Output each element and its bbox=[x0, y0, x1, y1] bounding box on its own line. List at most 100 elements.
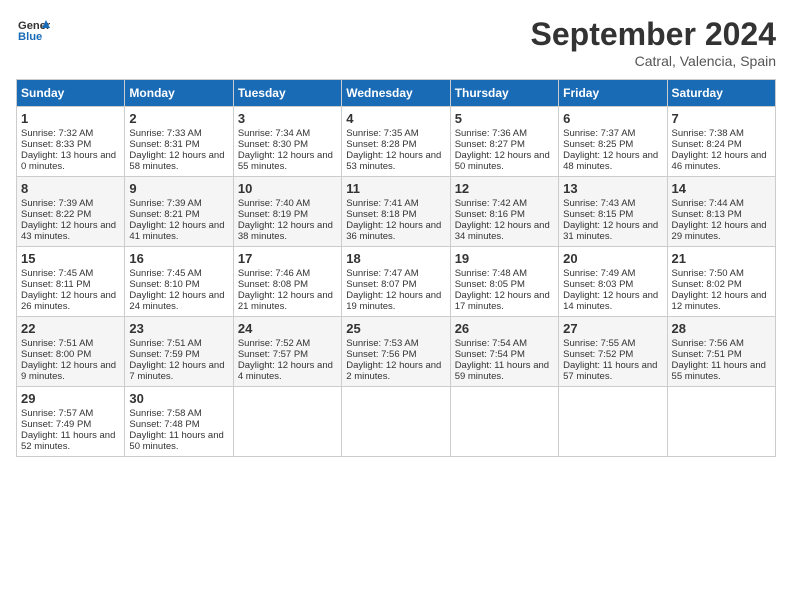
sunset-text: Sunset: 8:33 PM bbox=[21, 139, 120, 150]
day-number: 11 bbox=[346, 181, 445, 196]
day-number: 10 bbox=[238, 181, 337, 196]
sunrise-text: Sunrise: 7:38 AM bbox=[672, 128, 771, 139]
sunrise-text: Sunrise: 7:53 AM bbox=[346, 338, 445, 349]
day-number: 29 bbox=[21, 391, 120, 406]
calendar-cell: 4Sunrise: 7:35 AMSunset: 8:28 PMDaylight… bbox=[342, 107, 450, 177]
day-number: 13 bbox=[563, 181, 662, 196]
calendar-week-row: 1Sunrise: 7:32 AMSunset: 8:33 PMDaylight… bbox=[17, 107, 776, 177]
daylight-text: Daylight: 13 hours and 0 minutes. bbox=[21, 150, 120, 172]
sunrise-text: Sunrise: 7:42 AM bbox=[455, 198, 554, 209]
day-number: 12 bbox=[455, 181, 554, 196]
sunset-text: Sunset: 7:48 PM bbox=[129, 419, 228, 430]
location: Catral, Valencia, Spain bbox=[531, 53, 776, 69]
sunset-text: Sunset: 8:05 PM bbox=[455, 279, 554, 290]
day-number: 2 bbox=[129, 111, 228, 126]
sunset-text: Sunset: 8:30 PM bbox=[238, 139, 337, 150]
calendar-cell: 2Sunrise: 7:33 AMSunset: 8:31 PMDaylight… bbox=[125, 107, 233, 177]
calendar-cell: 10Sunrise: 7:40 AMSunset: 8:19 PMDayligh… bbox=[233, 177, 341, 247]
sunset-text: Sunset: 8:27 PM bbox=[455, 139, 554, 150]
daylight-text: Daylight: 12 hours and 21 minutes. bbox=[238, 290, 337, 312]
day-number: 20 bbox=[563, 251, 662, 266]
day-number: 24 bbox=[238, 321, 337, 336]
sunset-text: Sunset: 8:00 PM bbox=[21, 349, 120, 360]
sunrise-text: Sunrise: 7:50 AM bbox=[672, 268, 771, 279]
calendar-cell: 14 Sunrise: 7:44 AMSunset: 8:13 PMDayligh… bbox=[667, 177, 775, 247]
sunset-text: Sunset: 8:15 PM bbox=[563, 209, 662, 220]
sunset-text: Sunset: 7:59 PM bbox=[129, 349, 228, 360]
day-number: 6 bbox=[563, 111, 662, 126]
calendar-cell: 8Sunrise: 7:39 AMSunset: 8:22 PMDaylight… bbox=[17, 177, 125, 247]
day-number: 14 bbox=[672, 181, 771, 196]
sunset-text: Sunset: 8:16 PM bbox=[455, 209, 554, 220]
calendar-cell: 9Sunrise: 7:39 AMSunset: 8:21 PMDaylight… bbox=[125, 177, 233, 247]
sunrise-text: Sunrise: 7:51 AM bbox=[21, 338, 120, 349]
daylight-text: Daylight: 11 hours and 57 minutes. bbox=[563, 360, 662, 382]
sunrise-text: Sunrise: 7:40 AM bbox=[238, 198, 337, 209]
day-number: 22 bbox=[21, 321, 120, 336]
day-number: 26 bbox=[455, 321, 554, 336]
day-number: 21 bbox=[672, 251, 771, 266]
calendar-cell: 28Sunrise: 7:56 AMSunset: 7:51 PMDayligh… bbox=[667, 317, 775, 387]
day-number: 15 bbox=[21, 251, 120, 266]
calendar-cell bbox=[450, 387, 558, 457]
sunset-text: Sunset: 8:28 PM bbox=[346, 139, 445, 150]
sunset-text: Sunset: 8:18 PM bbox=[346, 209, 445, 220]
daylight-text: Daylight: 12 hours and 29 minutes. bbox=[672, 220, 771, 242]
sunset-text: Sunset: 7:51 PM bbox=[672, 349, 771, 360]
day-number: 9 bbox=[129, 181, 228, 196]
calendar-cell: 16Sunrise: 7:45 AMSunset: 8:10 PMDayligh… bbox=[125, 247, 233, 317]
calendar-table: SundayMondayTuesdayWednesdayThursdayFrid… bbox=[16, 79, 776, 457]
daylight-text: Daylight: 12 hours and 9 minutes. bbox=[21, 360, 120, 382]
calendar-cell: 11 Sunrise: 7:41 AMSunset: 8:18 PMDayligh… bbox=[342, 177, 450, 247]
calendar-cell: 30Sunrise: 7:58 AMSunset: 7:48 PMDayligh… bbox=[125, 387, 233, 457]
daylight-text: Daylight: 12 hours and 53 minutes. bbox=[346, 150, 445, 172]
sunrise-text: Sunrise: 7:35 AM bbox=[346, 128, 445, 139]
daylight-text: Daylight: 12 hours and 48 minutes. bbox=[563, 150, 662, 172]
calendar-cell: 22 Sunrise: 7:51 AMSunset: 8:00 PMDayligh… bbox=[17, 317, 125, 387]
day-number: 17 bbox=[238, 251, 337, 266]
daylight-text: Daylight: 12 hours and 12 minutes. bbox=[672, 290, 771, 312]
daylight-text: Daylight: 11 hours and 52 minutes. bbox=[21, 430, 120, 452]
day-number: 8 bbox=[21, 181, 120, 196]
sunset-text: Sunset: 8:19 PM bbox=[238, 209, 337, 220]
day-of-week-header: Thursday bbox=[450, 80, 558, 107]
sunrise-text: Sunrise: 7:57 AM bbox=[21, 408, 120, 419]
day-of-week-header: Saturday bbox=[667, 80, 775, 107]
calendar-cell: 19 Sunrise: 7:48 AMSunset: 8:05 PMDayligh… bbox=[450, 247, 558, 317]
calendar-cell bbox=[233, 387, 341, 457]
day-number: 18 bbox=[346, 251, 445, 266]
sunrise-text: Sunrise: 7:46 AM bbox=[238, 268, 337, 279]
sunset-text: Sunset: 8:13 PM bbox=[672, 209, 771, 220]
sunset-text: Sunset: 7:52 PM bbox=[563, 349, 662, 360]
month-title: September 2024 bbox=[531, 16, 776, 53]
daylight-text: Daylight: 12 hours and 26 minutes. bbox=[21, 290, 120, 312]
calendar-cell: 13Sunrise: 7:43 AMSunset: 8:15 PMDayligh… bbox=[559, 177, 667, 247]
daylight-text: Daylight: 12 hours and 17 minutes. bbox=[455, 290, 554, 312]
logo-icon: General Blue bbox=[18, 16, 50, 44]
calendar-cell bbox=[342, 387, 450, 457]
daylight-text: Daylight: 12 hours and 36 minutes. bbox=[346, 220, 445, 242]
sunset-text: Sunset: 8:07 PM bbox=[346, 279, 445, 290]
calendar-cell: 26Sunrise: 7:54 AMSunset: 7:54 PMDayligh… bbox=[450, 317, 558, 387]
calendar-cell: 15Sunrise: 7:45 AMSunset: 8:11 PMDayligh… bbox=[17, 247, 125, 317]
sunrise-text: Sunrise: 7:34 AM bbox=[238, 128, 337, 139]
calendar-cell: 18Sunrise: 7:47 AMSunset: 8:07 PMDayligh… bbox=[342, 247, 450, 317]
sunset-text: Sunset: 8:10 PM bbox=[129, 279, 228, 290]
day-of-week-header: Wednesday bbox=[342, 80, 450, 107]
day-number: 23 bbox=[129, 321, 228, 336]
sunrise-text: Sunrise: 7:44 AM bbox=[672, 198, 771, 209]
sunrise-text: Sunrise: 7:41 AM bbox=[346, 198, 445, 209]
sunset-text: Sunset: 8:22 PM bbox=[21, 209, 120, 220]
daylight-text: Daylight: 12 hours and 43 minutes. bbox=[21, 220, 120, 242]
daylight-text: Daylight: 11 hours and 55 minutes. bbox=[672, 360, 771, 382]
sunrise-text: Sunrise: 7:47 AM bbox=[346, 268, 445, 279]
day-number: 19 bbox=[455, 251, 554, 266]
calendar-cell bbox=[559, 387, 667, 457]
sunset-text: Sunset: 8:02 PM bbox=[672, 279, 771, 290]
day-number: 5 bbox=[455, 111, 554, 126]
day-number: 1 bbox=[21, 111, 120, 126]
sunset-text: Sunset: 7:57 PM bbox=[238, 349, 337, 360]
daylight-text: Daylight: 12 hours and 46 minutes. bbox=[672, 150, 771, 172]
sunrise-text: Sunrise: 7:48 AM bbox=[455, 268, 554, 279]
day-number: 16 bbox=[129, 251, 228, 266]
